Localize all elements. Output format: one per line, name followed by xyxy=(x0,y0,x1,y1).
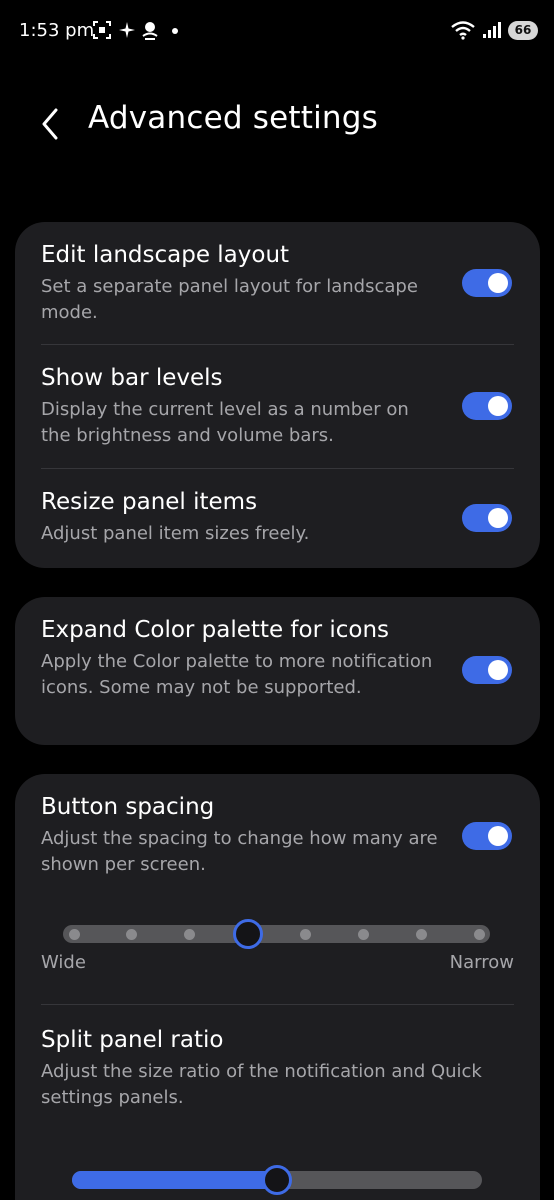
slider-step-dot xyxy=(68,928,80,940)
button-spacing-slider-thumb[interactable] xyxy=(232,919,263,949)
split-panel-ratio-fill xyxy=(72,1171,277,1189)
screen: 1:53 pm 66 Advanced settings Edit landsc… xyxy=(0,0,554,1200)
setting-show-bar-levels[interactable]: Show bar levels Display the current leve… xyxy=(15,345,540,468)
slider-step-dot xyxy=(415,928,427,940)
setting-description: Adjust the spacing to change how many ar… xyxy=(41,828,438,875)
settings-card-layout: Button spacing Adjust the spacing to cha… xyxy=(15,774,540,1200)
toggle-knob xyxy=(488,826,508,846)
setting-title: Button spacing xyxy=(41,794,215,820)
setting-title: Expand Color palette for icons xyxy=(41,617,390,643)
status-right: 66 xyxy=(450,20,538,40)
toggle-knob xyxy=(488,396,508,416)
resize-panel-items-toggle[interactable] xyxy=(462,504,512,532)
setting-title: Edit landscape layout xyxy=(41,242,290,268)
slider-max-label: Narrow xyxy=(449,952,514,973)
page-title: Advanced settings xyxy=(88,100,378,136)
edit-landscape-layout-toggle[interactable] xyxy=(462,269,512,297)
button-spacing-slider[interactable] xyxy=(63,925,490,943)
toggle-knob xyxy=(488,508,508,528)
slider-min-label: Wide xyxy=(41,952,86,973)
toggle-knob xyxy=(488,273,508,293)
setting-edit-landscape-layout[interactable]: Edit landscape layout Set a separate pan… xyxy=(15,222,540,344)
assistant-icon xyxy=(142,22,158,40)
setting-split-panel-ratio: Split panel ratio Adjust the size ratio … xyxy=(15,1005,540,1200)
setting-description: Apply the Color palette to more notifica… xyxy=(41,651,433,698)
slider-step-dot xyxy=(126,928,138,940)
back-icon[interactable] xyxy=(36,104,64,144)
slider-step-dot xyxy=(184,928,196,940)
setting-description: Adjust panel item sizes freely. xyxy=(41,523,310,544)
status-bar: 1:53 pm 66 xyxy=(0,0,554,62)
battery-indicator: 66 xyxy=(508,20,538,40)
setting-description: Set a separate panel layout for landscap… xyxy=(41,276,418,323)
toggle-knob xyxy=(488,660,508,680)
settings-card-icons: Expand Color palette for icons Apply the… xyxy=(15,597,540,745)
screenshot-icon xyxy=(93,21,111,39)
setting-title: Split panel ratio xyxy=(41,1027,224,1053)
signal-icon xyxy=(483,22,501,38)
setting-description: Adjust the size ratio of the notificatio… xyxy=(41,1061,482,1108)
show-bar-levels-toggle[interactable] xyxy=(462,392,512,420)
slider-step-dot xyxy=(299,928,311,940)
wifi-icon xyxy=(451,21,475,40)
setting-resize-panel-items[interactable]: Resize panel items Adjust panel item siz… xyxy=(15,469,540,568)
setting-title: Resize panel items xyxy=(41,489,258,515)
setting-button-spacing: Button spacing Adjust the spacing to cha… xyxy=(15,774,540,1004)
slider-step-dot xyxy=(357,928,369,940)
split-panel-ratio-thumb[interactable] xyxy=(262,1165,292,1195)
slider-step-dot xyxy=(473,928,485,940)
button-spacing-toggle[interactable] xyxy=(462,822,512,850)
sparkle-icon xyxy=(119,22,135,38)
setting-title: Show bar levels xyxy=(41,365,223,391)
setting-expand-color-palette[interactable]: Expand Color palette for icons Apply the… xyxy=(15,597,540,745)
status-time: 1:53 pm xyxy=(19,20,95,41)
notification-dot-icon xyxy=(172,28,178,34)
setting-description: Display the current level as a number on… xyxy=(41,399,409,446)
expand-color-palette-toggle[interactable] xyxy=(462,656,512,684)
settings-card-panel: Edit landscape layout Set a separate pan… xyxy=(15,222,540,568)
